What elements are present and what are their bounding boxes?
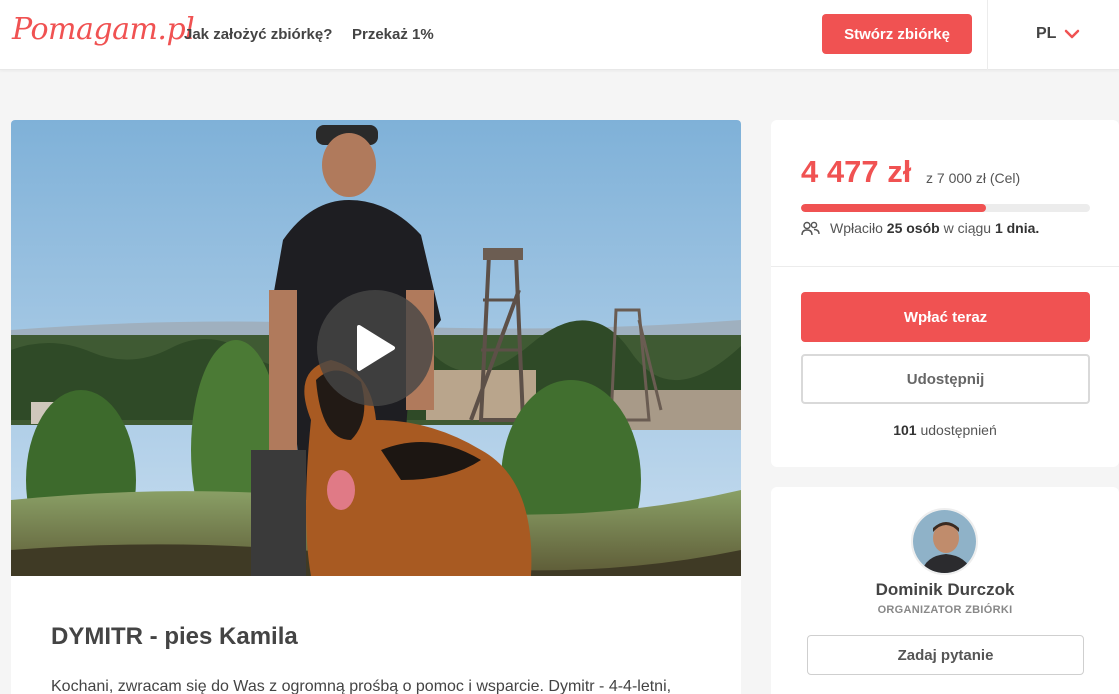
donors-summary: Wpłaciło 25 osób w ciągu 1 dnia. (801, 220, 1039, 236)
share-button[interactable]: Udostępnij (801, 354, 1090, 404)
card-divider (771, 266, 1119, 267)
ask-question-button[interactable]: Zadaj pytanie (807, 635, 1084, 675)
language-label: PL (1036, 25, 1057, 42)
create-fundraiser-button[interactable]: Stwórz zbiórkę (822, 14, 972, 54)
campaign-card: DYMITR - pies Kamila Kochani, zwracam si… (11, 120, 741, 694)
organizer-name: Dominik Durczok (875, 580, 1015, 599)
play-button[interactable] (317, 290, 433, 406)
chevron-down-icon (1065, 29, 1080, 39)
header-divider (987, 0, 988, 70)
campaign-video[interactable] (11, 120, 741, 576)
language-selector[interactable]: PL (1036, 25, 1080, 43)
donors-text: Wpłaciło 25 osób w ciągu 1 dnia. (830, 220, 1040, 236)
organizer-role: ORGANIZATOR ZBIÓRKI (877, 604, 1013, 616)
logo[interactable]: Pomagam.pl (12, 12, 195, 47)
organizer-avatar[interactable] (911, 508, 978, 575)
shares-count: 101 udostępnień (893, 422, 997, 438)
nav-how-to-create[interactable]: Jak założyć zbiórkę? (184, 26, 332, 43)
campaign-description: Kochani, zwracam się do Was z ogromną pr… (51, 678, 672, 694)
avatar-image (913, 510, 976, 573)
play-icon (357, 325, 395, 371)
progress-fill (801, 204, 986, 212)
donate-now-button[interactable]: Wpłać teraz (801, 292, 1090, 342)
top-header: Pomagam.pl Jak założyć zbiórkę? Przekaż … (0, 0, 1119, 70)
nav-donate-1-percent[interactable]: Przekaż 1% (352, 26, 434, 43)
people-icon (801, 221, 820, 235)
donation-card: 4 477 zł z 7 000 zł (Cel) Wpłaciło 25 os… (771, 120, 1119, 467)
organizer-card: Dominik Durczok ORGANIZATOR ZBIÓRKI Zada… (771, 487, 1119, 694)
progress-bar (801, 204, 1090, 212)
goal-amount: z 7 000 zł (Cel) (926, 170, 1021, 186)
raised-amount: 4 477 zł (801, 154, 912, 189)
campaign-title: DYMITR - pies Kamila (51, 623, 298, 650)
